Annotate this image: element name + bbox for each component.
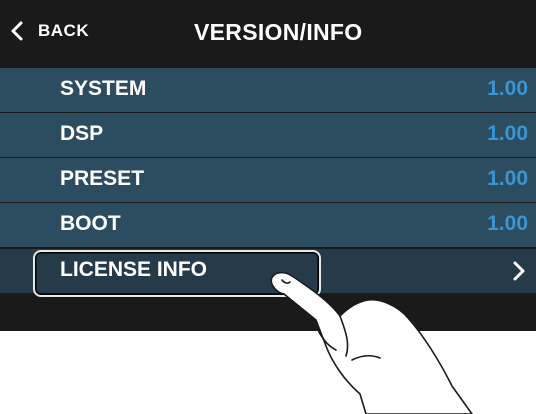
back-label: BACK (38, 21, 90, 40)
back-button[interactable]: BACK (10, 16, 89, 46)
list-item-boot: BOOT 1.00 (0, 203, 536, 247)
chevron-left-icon (10, 16, 32, 46)
item-value: 1.00 (487, 122, 528, 145)
item-value: 1.00 (487, 167, 528, 190)
list-item-dsp: DSP 1.00 (0, 113, 536, 157)
page-title: VERSION/INFO (194, 19, 363, 45)
item-label: SYSTEM (60, 77, 147, 100)
item-label: DSP (60, 122, 104, 145)
tapping-hand-icon (270, 271, 473, 414)
list-item-preset: PRESET 1.00 (0, 158, 536, 202)
item-value: 1.00 (487, 212, 528, 235)
item-label: BOOT (60, 212, 121, 235)
item-label: PRESET (60, 167, 145, 190)
item-value: 1.00 (487, 77, 528, 100)
header-bar: BACK VERSION/INFO (0, 0, 536, 64)
list-item-system: SYSTEM 1.00 (0, 68, 536, 112)
